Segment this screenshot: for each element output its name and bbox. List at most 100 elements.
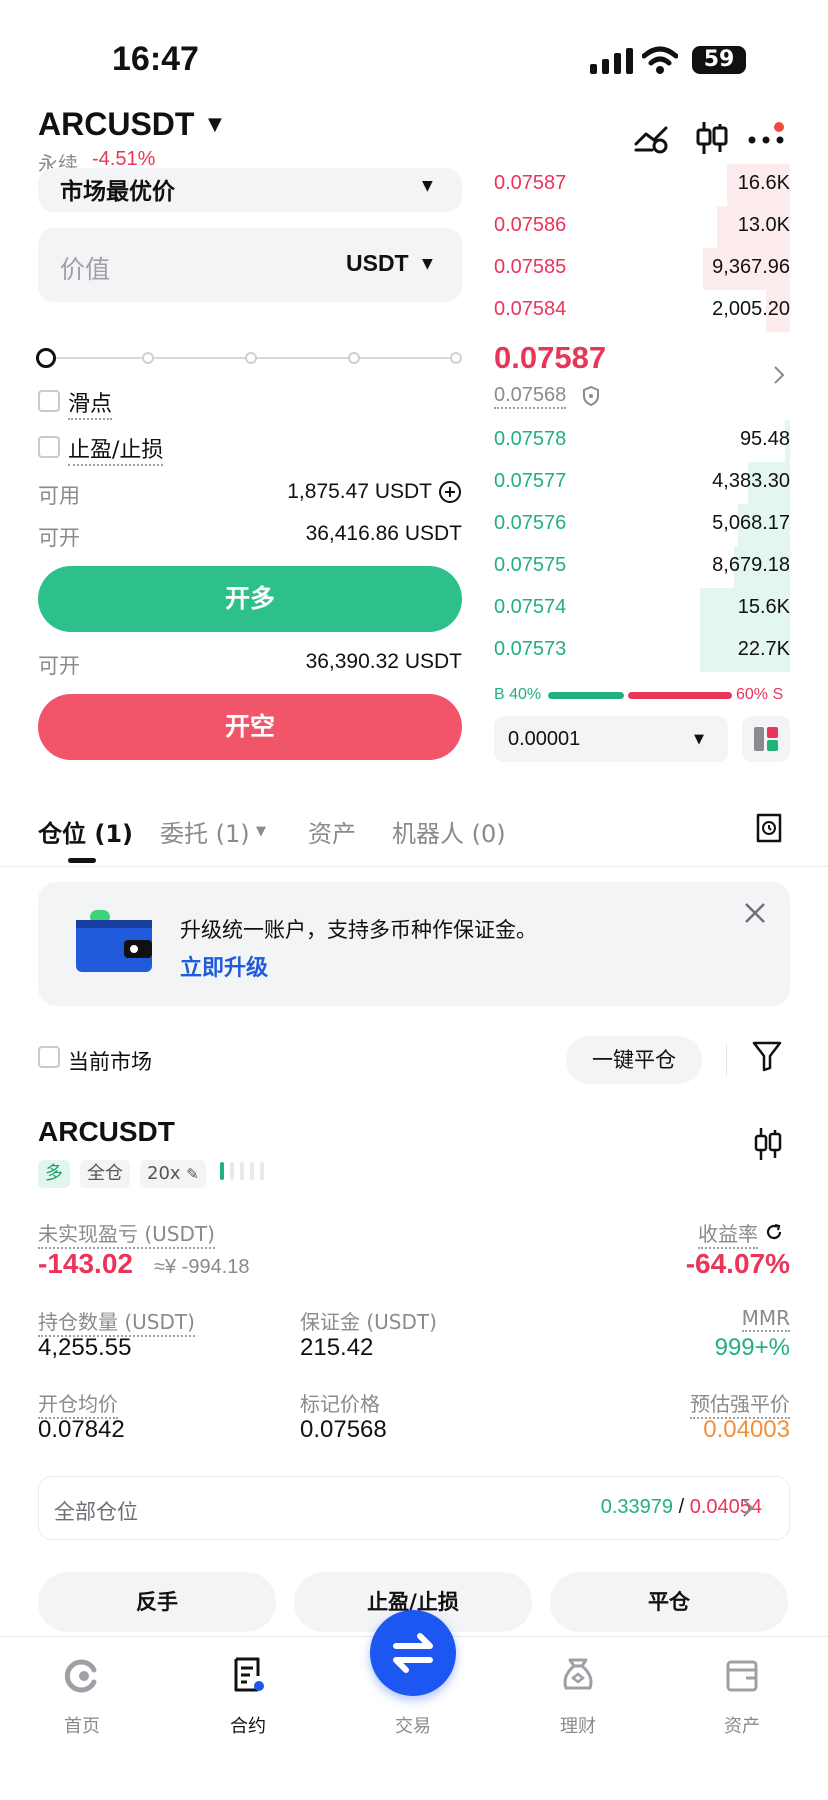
slider-node[interactable] [348,352,360,364]
entry-price-value: 0.07842 [38,1416,125,1443]
bid-qty[interactable]: 15.6K [738,596,790,619]
leverage-badge[interactable]: 20x ✎ [140,1160,206,1188]
divider [0,866,828,867]
ask-price[interactable]: 0.07585 [494,256,566,279]
caret-down-icon: ▼ [422,256,433,272]
margin-value: 215.42 [300,1334,374,1361]
cellular-signal-icon [590,48,633,74]
bid-price[interactable]: 0.07575 [494,554,566,577]
ask-price[interactable]: 0.07584 [494,298,566,321]
bid-price[interactable]: 0.07576 [494,512,566,535]
caret-down-icon[interactable]: ▼ [256,824,266,839]
upgrade-link[interactable]: 立即升级 [180,950,268,982]
trade-fab[interactable] [370,1610,456,1696]
nav-earn-label[interactable]: 理财 [538,1712,618,1738]
open-short-button[interactable]: 开空 [38,694,462,760]
slider-handle[interactable] [36,348,56,368]
earn-icon[interactable] [560,1656,596,1694]
ask-price[interactable]: 0.07586 [494,214,566,237]
edit-icon: ✎ [186,1165,199,1183]
filter-icon[interactable] [752,1040,782,1072]
nav-home-label[interactable]: 首页 [42,1712,122,1738]
home-icon[interactable] [64,1658,100,1694]
close-icon[interactable] [744,902,766,924]
nav-assets-label[interactable]: 资产 [702,1712,782,1738]
close-all-button[interactable]: 一键平仓 [566,1036,702,1084]
sell-ratio: 60% S [736,686,784,703]
value-placeholder: 价值 [60,255,111,284]
sell-ratio-bar [628,692,732,699]
all-positions-label: 全部仓位 [54,1500,138,1524]
tab-assets[interactable]: 资产 [308,814,356,849]
roe-value: -64.07% [685,1248,790,1279]
margin-mode-badge: 全仓 [80,1160,130,1188]
liq-price-value: 0.04003 [703,1416,790,1443]
tab-positions[interactable]: 仓位 (1) [38,814,133,849]
tab-bots[interactable]: 机器人 (0) [392,814,506,849]
open-short-value: 36,390.32 USDT [305,650,462,673]
banner-text: 升级统一账户，支持多币种作保证金。 [180,918,537,942]
open-long-label: 可开 [38,526,80,550]
refresh-icon[interactable] [764,1222,784,1242]
bid-price[interactable]: 0.07574 [494,596,566,619]
buy-ratio: B 40% [494,686,542,703]
slider-node[interactable] [142,352,154,364]
roe-label: 收益率 [698,1218,758,1249]
unrealized-pnl-label: 未实现盈亏 (USDT) [38,1218,215,1249]
mark-price-value: 0.07568 [300,1416,387,1443]
wallet-illustration-icon [76,910,152,972]
size-label: 持仓数量 (USDT) [38,1306,195,1337]
bid-price[interactable]: 0.07577 [494,470,566,493]
tpsl-checkbox[interactable] [38,436,60,458]
open-short-label: 可开 [38,654,80,678]
bid-qty[interactable]: 95.48 [740,428,790,451]
notification-dot [774,122,784,132]
wallet-icon[interactable] [724,1656,760,1694]
bid-qty[interactable]: 5,068.17 [712,512,790,535]
battery-indicator: 59 [692,46,746,74]
leverage-value: 20x [147,1163,181,1184]
close-position-button[interactable]: 平仓 [550,1572,788,1632]
ask-qty[interactable]: 9,367.96 [712,256,790,279]
bid-qty[interactable]: 8,679.18 [712,554,790,577]
history-icon[interactable] [754,812,784,844]
slider-node[interactable] [245,352,257,364]
divider [726,1044,727,1076]
bid-qty[interactable]: 22.7K [738,638,790,661]
position-symbol: ARCUSDT [38,1116,175,1147]
chart-settings-icon[interactable] [632,118,672,158]
candlestick-icon[interactable] [752,1126,784,1162]
buy-ratio-bar [548,692,624,699]
book-layout-button[interactable] [742,716,790,762]
ask-qty[interactable]: 16.6K [738,172,790,195]
add-funds-icon[interactable] [438,480,462,504]
ask-price[interactable]: 0.07587 [494,172,566,195]
ask-qty[interactable]: 13.0K [738,214,790,237]
all-positions-values: 0.33979 / 0.04054 [601,1496,762,1519]
nav-trade-label[interactable]: 交易 [373,1712,453,1738]
current-market-checkbox[interactable] [38,1046,60,1068]
unit-select[interactable]: USDT [346,250,409,277]
entry-price-label: 开仓均价 [38,1388,118,1419]
risk-meter [220,1162,264,1184]
slippage-checkbox[interactable] [38,390,60,412]
ask-qty[interactable]: 2,005.20 [712,298,790,321]
tab-indicator [68,858,96,863]
nav-contract-label[interactable]: 合约 [208,1712,288,1738]
tab-orders[interactable]: 委托 (1) [160,814,250,849]
all-positions-green: 0.33979 [600,1496,674,1518]
reverse-button[interactable]: 反手 [38,1572,276,1632]
pair-selector[interactable]: ARCUSDT [38,106,194,143]
bid-qty[interactable]: 4,383.30 [712,470,790,493]
chevron-right-icon [743,1499,754,1517]
tpsl-label: 止盈/止损 [68,432,164,466]
bid-price[interactable]: 0.07578 [494,428,566,451]
caret-down-icon[interactable]: ▼ [208,114,222,135]
slider-node[interactable] [450,352,462,364]
open-long-value: 36,416.86 USDT [305,522,462,545]
bid-price[interactable]: 0.07573 [494,638,566,661]
contract-icon[interactable] [230,1656,266,1694]
chevron-right-icon[interactable] [772,364,786,386]
candlestick-icon[interactable] [692,118,732,158]
open-long-button[interactable]: 开多 [38,566,462,632]
